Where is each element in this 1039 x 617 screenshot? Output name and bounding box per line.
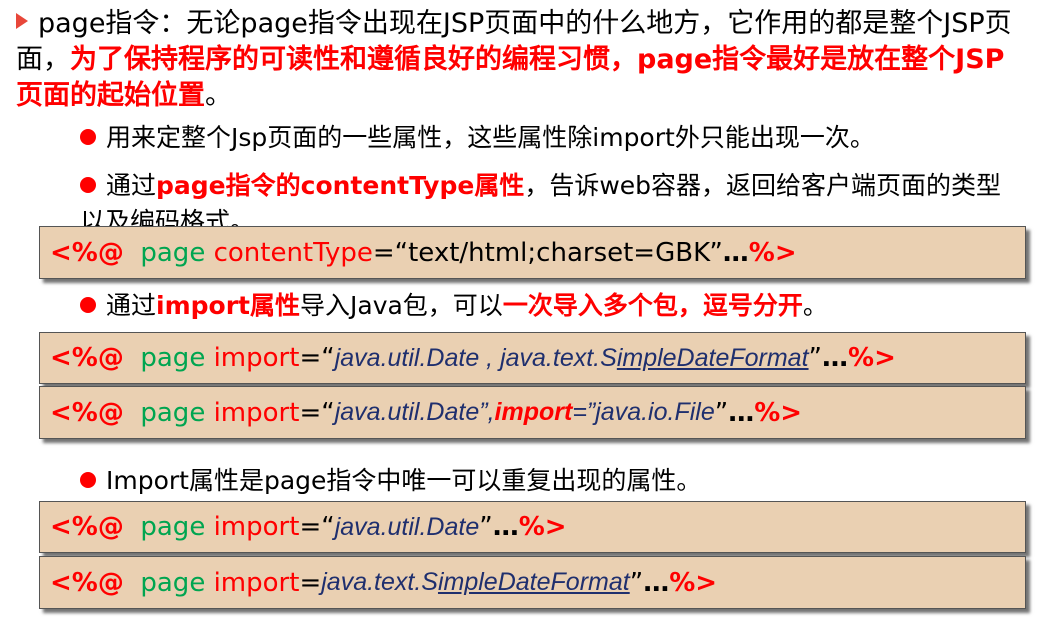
code-ellipsis: … <box>643 567 670 598</box>
code-page-keyword: page <box>140 343 206 373</box>
code-open-tag: <%@ <box>50 397 124 428</box>
code-open-tag: <%@ <box>50 512 124 542</box>
bullet-dot-icon <box>80 177 96 193</box>
code-attr-name: import <box>213 567 300 598</box>
code-ellipsis: … <box>822 343 849 373</box>
code-page-keyword: page <box>140 397 206 428</box>
code-open-tag: <%@ <box>50 343 124 373</box>
code-value-italic: java.text.S <box>321 568 438 596</box>
main-paragraph: page指令：无论page指令出现在JSP页面中的什么地方，它作用的都是整个JS… <box>16 6 1026 114</box>
code-attr-name-2: import <box>494 398 573 426</box>
bullet-item-1: 用来定整个Jsp页面的一些属性，这些属性除import外只能出现一次。 <box>80 120 875 156</box>
code-box-content-type: <%@ page contentType = “text/html;charset=… <box>39 226 1026 279</box>
bullet-2-text-1: 通过 <box>106 171 157 200</box>
code-equals: = <box>299 397 322 428</box>
code-value-italic: java.util.Date <box>334 512 480 541</box>
code-quote-open: “ <box>321 512 335 542</box>
code-close-tag: %> <box>518 512 567 542</box>
code-close-tag: %> <box>754 397 803 428</box>
code-close-tag: %> <box>748 237 797 268</box>
arrow-bullet-icon <box>16 13 28 29</box>
code-close-tag: %> <box>669 567 718 598</box>
code-value-italic: java.util.Date” <box>334 398 488 426</box>
main-text-end: 。 <box>205 80 232 111</box>
bullet-1-text: 用来定整个Jsp页面的一些属性，这些属性除import外只能出现一次。 <box>106 123 875 152</box>
bullet-dot-icon <box>80 472 96 488</box>
code-ellipsis: … <box>728 397 755 428</box>
code-page-keyword: page <box>140 237 206 268</box>
code-value-underlined: impleDateFormat <box>616 343 809 372</box>
bullet-2-emphasis: page指令的contentType属性 <box>156 171 525 200</box>
code-quote-close: ” <box>714 397 729 428</box>
code-quote-close: ” <box>629 567 644 598</box>
code-attr-name: import <box>213 343 300 373</box>
code-box-import-two: <%@ page import = “java.util.Date” , impor… <box>39 386 1026 439</box>
bullet-4-text: Import属性是page指令中唯一可以重复出现的属性。 <box>106 466 702 495</box>
code-attr-name: contentType <box>213 237 373 268</box>
code-equals: = <box>299 567 322 598</box>
code-quote-close: ” <box>808 343 823 373</box>
code-quote-close: ” <box>479 512 493 542</box>
code-value-italic-2: =”java.io.File <box>572 398 715 426</box>
code-open-tag: <%@ <box>50 567 124 598</box>
code-attr-name: import <box>213 512 300 542</box>
code-page-keyword: page <box>140 567 206 598</box>
code-value-underlined: impleDateFormat <box>437 568 630 596</box>
bullet-3-emphasis-2: 一次导入多个包，逗号分开 <box>502 291 803 320</box>
code-quote-open: “ <box>321 397 335 428</box>
bullet-dot-icon <box>80 297 96 313</box>
code-attr-name: import <box>213 397 300 428</box>
bullet-item-3: 通过import属性导入Java包，可以一次导入多个包，逗号分开。 <box>80 288 828 324</box>
code-ellipsis: … <box>492 512 519 542</box>
code-box-import-multi: <%@ page import = “java.util.Date , java.t… <box>39 332 1026 384</box>
bullet-dot-icon <box>80 129 96 145</box>
code-value-italic: java.util.Date , java.text.S <box>334 343 617 372</box>
code-box-import-format: <%@ page import = java.text.S impleDateForm… <box>39 556 1026 609</box>
bullet-3-text-2: 导入Java包，可以 <box>300 291 503 320</box>
code-equals: = <box>299 512 322 542</box>
bullet-item-4: Import属性是page指令中唯一可以重复出现的属性。 <box>80 463 701 499</box>
code-equals: = <box>372 237 395 268</box>
code-comma: , <box>487 398 495 426</box>
bullet-3-text-3: 。 <box>802 291 828 320</box>
code-quote-open: “ <box>321 343 335 373</box>
code-ellipsis: … <box>722 237 749 268</box>
code-close-tag: %> <box>848 343 896 373</box>
main-text-emphasis: 为了保持程序的可读性和遵循良好的编程习惯，page指令最好是放在整个JSP页面的… <box>16 44 1005 111</box>
code-box-import-date: <%@ page import = “java.util.Date” … %> <box>39 501 1026 553</box>
code-page-keyword: page <box>140 512 206 542</box>
code-attr-value: “text/html;charset=GBK” <box>394 237 723 268</box>
bullet-3-emphasis-1: import属性 <box>156 291 300 320</box>
code-open-tag: <%@ <box>50 237 124 268</box>
code-equals: = <box>299 343 322 373</box>
bullet-3-text-1: 通过 <box>106 291 157 320</box>
